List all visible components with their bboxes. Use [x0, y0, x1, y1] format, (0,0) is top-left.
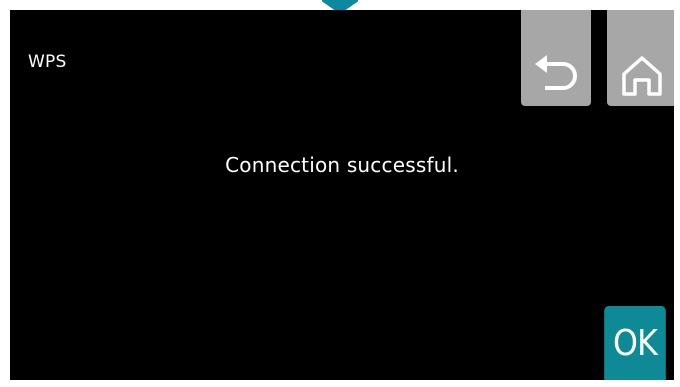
- lcd-screen: WPS Connection successful. OK: [10, 10, 674, 380]
- screen-title: WPS: [28, 52, 67, 72]
- back-button[interactable]: [521, 10, 591, 106]
- ok-button[interactable]: OK: [604, 306, 666, 380]
- status-message: Connection successful.: [225, 153, 459, 177]
- home-icon: [622, 56, 662, 96]
- undo-arrow-icon: [535, 55, 577, 90]
- home-button[interactable]: [607, 10, 674, 106]
